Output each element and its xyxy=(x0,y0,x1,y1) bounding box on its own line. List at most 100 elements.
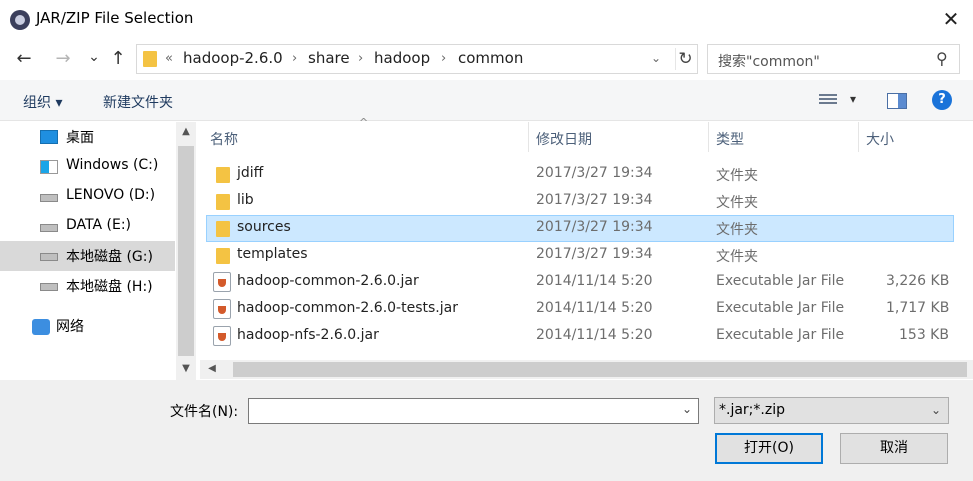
jar-file-icon xyxy=(213,299,231,319)
file-modified: 2017/3/27 19:34 xyxy=(536,192,653,208)
filename-input[interactable] xyxy=(248,398,699,424)
file-type: Executable Jar File xyxy=(716,327,845,343)
app-icon xyxy=(10,10,30,30)
folder-icon xyxy=(216,248,230,264)
cancel-button[interactable]: 取消 xyxy=(840,433,948,464)
view-options-icon[interactable] xyxy=(819,94,837,108)
folder-icon xyxy=(143,51,157,67)
folder-icon xyxy=(216,194,230,210)
file-type: 文件夹 xyxy=(716,222,758,238)
address-history-chevron-icon[interactable]: ⌄ xyxy=(651,51,661,65)
window-title: JAR/ZIP File Selection xyxy=(36,9,194,27)
column-header-size[interactable]: 大小 xyxy=(866,129,894,159)
title-bar: JAR/ZIP File Selection ✕ xyxy=(0,0,973,38)
recent-locations-chevron-icon[interactable]: ⌄ xyxy=(82,45,106,69)
file-size: 3,226 KB xyxy=(886,273,950,289)
sidebar-item-windows-c[interactable]: Windows (C:) xyxy=(0,152,175,182)
file-size: 153 KB xyxy=(899,327,949,343)
sidebar-item-desktop[interactable]: 桌面 xyxy=(0,122,175,152)
column-divider[interactable] xyxy=(858,122,859,152)
scroll-up-arrow-icon[interactable]: ▲ xyxy=(176,126,196,137)
scroll-down-arrow-icon[interactable]: ▼ xyxy=(176,363,196,374)
sidebar-item-label: DATA (E:) xyxy=(66,217,132,233)
address-bar[interactable]: « hadoop-2.6.0 › share › hadoop › common… xyxy=(136,44,698,74)
breadcrumb-separator-icon[interactable]: › xyxy=(358,51,363,66)
sort-ascending-icon: ^ xyxy=(359,116,369,129)
new-folder-button[interactable]: 新建文件夹 xyxy=(103,92,173,112)
file-modified: 2017/3/27 19:34 xyxy=(536,219,653,235)
sidebar-item-label: 桌面 xyxy=(66,130,94,146)
file-modified: 2014/11/14 5:20 xyxy=(536,273,653,289)
sidebar-item-data-e[interactable]: DATA (E:) xyxy=(0,212,175,242)
file-row-jdiff[interactable]: jdiff 2017/3/27 19:34 文件夹 xyxy=(206,161,954,188)
column-header-name[interactable]: 名称 xyxy=(210,129,238,159)
column-header-type[interactable]: 类型 xyxy=(716,129,744,159)
folder-icon xyxy=(216,167,230,183)
file-type-filter-select[interactable]: *.jar;*.zip ⌄ xyxy=(714,397,949,424)
breadcrumb-common[interactable]: common xyxy=(458,49,523,67)
sidebar-item-label: 网络 xyxy=(56,319,84,335)
drive-icon xyxy=(40,194,58,202)
back-arrow-icon[interactable]: ← xyxy=(12,47,36,71)
scroll-left-arrow-icon[interactable]: ◀ xyxy=(202,363,222,374)
sidebar-item-label: LENOVO (D:) xyxy=(66,187,156,203)
sidebar-item-local-disk-g[interactable]: 本地磁盘 (G:) xyxy=(0,241,175,271)
breadcrumb-hadoop-2.6.0[interactable]: hadoop-2.6.0 xyxy=(183,49,283,67)
file-row-lib[interactable]: lib 2017/3/27 19:34 文件夹 xyxy=(206,188,954,215)
breadcrumb-separator-icon[interactable]: › xyxy=(292,51,297,66)
file-name: sources xyxy=(237,219,291,235)
view-dropdown-chevron-icon[interactable]: ▾ xyxy=(850,92,856,106)
drive-icon xyxy=(40,253,58,261)
file-row-hadoop-nfs-jar[interactable]: hadoop-nfs-2.6.0.jar 2014/11/14 5:20 Exe… xyxy=(206,323,954,350)
drive-icon xyxy=(40,283,58,291)
organize-button[interactable]: 组织 ▾ xyxy=(23,92,62,112)
folder-icon xyxy=(216,221,230,237)
command-toolbar: 组织 ▾ 新建文件夹 ▾ ? xyxy=(0,80,973,121)
file-modified: 2017/3/27 19:34 xyxy=(536,246,653,262)
sidebar-item-lenovo-d[interactable]: LENOVO (D:) xyxy=(0,182,175,212)
search-input[interactable]: 搜索"common" xyxy=(718,51,820,71)
file-row-templates[interactable]: templates 2017/3/27 19:34 文件夹 xyxy=(206,242,954,269)
file-name: lib xyxy=(237,192,254,208)
dialog-footer xyxy=(0,380,973,481)
file-size: 1,717 KB xyxy=(886,300,950,316)
search-box[interactable]: 搜索"common" ⚲ xyxy=(707,44,960,74)
column-divider[interactable] xyxy=(708,122,709,152)
breadcrumb-separator-icon[interactable]: › xyxy=(441,51,446,66)
column-divider[interactable] xyxy=(528,122,529,152)
desktop-icon xyxy=(40,130,58,144)
refresh-icon[interactable]: ↻ xyxy=(675,48,695,70)
breadcrumb-share[interactable]: share xyxy=(308,49,350,67)
sidebar-item-label: 本地磁盘 (H:) xyxy=(66,279,153,295)
file-type: Executable Jar File xyxy=(716,273,845,289)
breadcrumb-hadoop[interactable]: hadoop xyxy=(374,49,430,67)
up-arrow-icon[interactable]: ↑ xyxy=(106,47,130,71)
file-modified: 2014/11/14 5:20 xyxy=(536,300,653,316)
file-type: 文件夹 xyxy=(716,195,758,211)
filename-label: 文件名(N): xyxy=(170,404,239,420)
file-row-sources[interactable]: sources 2017/3/27 19:34 文件夹 xyxy=(206,215,954,242)
file-modified: 2014/11/14 5:20 xyxy=(536,327,653,343)
forward-arrow-icon[interactable]: → xyxy=(51,47,75,71)
horizontal-scrollbar-thumb[interactable] xyxy=(233,362,967,377)
sidebar-scrollbar-thumb[interactable] xyxy=(178,146,194,356)
file-row-hadoop-common-jar[interactable]: hadoop-common-2.6.0.jar 2014/11/14 5:20 … xyxy=(206,269,954,296)
filename-dropdown-chevron-icon[interactable]: ⌄ xyxy=(682,402,692,416)
drive-icon xyxy=(40,224,58,232)
search-icon[interactable]: ⚲ xyxy=(936,49,948,68)
filter-dropdown-chevron-icon[interactable]: ⌄ xyxy=(931,403,941,417)
preview-pane-icon[interactable] xyxy=(887,93,907,109)
column-header-modified[interactable]: 修改日期 xyxy=(536,129,592,159)
overflow-icon[interactable]: « xyxy=(165,51,173,66)
jar-file-icon xyxy=(213,326,231,346)
file-name: hadoop-nfs-2.6.0.jar xyxy=(237,327,379,343)
sidebar-item-label: Windows (C:) xyxy=(66,157,159,173)
jar-file-icon xyxy=(213,272,231,292)
close-icon[interactable]: ✕ xyxy=(938,6,964,32)
open-button[interactable]: 打开(O) xyxy=(715,433,823,464)
file-type: Executable Jar File xyxy=(716,300,845,316)
file-row-hadoop-common-tests-jar[interactable]: hadoop-common-2.6.0-tests.jar 2014/11/14… xyxy=(206,296,954,323)
help-icon[interactable]: ? xyxy=(932,90,952,110)
sidebar-item-network[interactable]: 网络 xyxy=(0,311,175,341)
sidebar-item-local-disk-h[interactable]: 本地磁盘 (H:) xyxy=(0,271,175,301)
